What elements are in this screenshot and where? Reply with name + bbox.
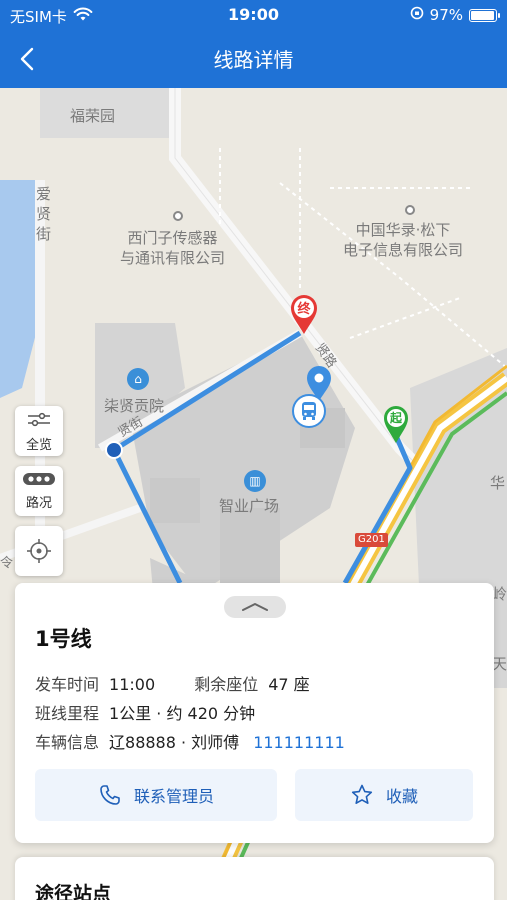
contact-admin-button[interactable]: 联系管理员 [35, 769, 277, 821]
phone-icon [100, 785, 120, 805]
end-marker-label: 终 [297, 302, 311, 317]
collapse-handle[interactable] [224, 596, 286, 618]
vehicle-label: 车辆信息 [35, 733, 100, 752]
battery-fill [471, 10, 495, 20]
map-label-furongyuan: 福荣园 [70, 107, 116, 125]
line-name: 1号线 [35, 627, 92, 651]
vehicle-row: 车辆信息 辽88888 · 刘师傅 111111111 [35, 729, 345, 753]
nav-bar: 线路详情 [0, 30, 507, 88]
favorite-label: 收藏 [385, 787, 418, 806]
highway-shield: G201 [355, 533, 388, 547]
overview-button[interactable]: 全览 [15, 406, 63, 456]
map-label-aixianjie: 爱 贤 街 [36, 185, 52, 243]
battery-percent: 97% [429, 6, 463, 24]
traffic-label: 路况 [25, 496, 52, 511]
locate-button[interactable] [15, 526, 63, 576]
bus-icon[interactable] [292, 394, 326, 428]
start-marker-label: 起 [389, 411, 402, 425]
end-stop-marker[interactable]: 终 [289, 293, 319, 335]
museum-icon: ⌂ [127, 368, 149, 390]
battery-icon [469, 8, 500, 22]
chevron-left-icon [20, 47, 34, 71]
start-stop-marker[interactable]: 起 [382, 404, 410, 444]
distance-label: 班线里程 [35, 704, 100, 723]
map-label-qixiangongyuan: 柒贤贡院 [104, 397, 165, 415]
map-label-zhiyeguangchang: 智业广场 [219, 497, 280, 515]
distance-row: 班线里程 1公里 · 约 420 分钟 [35, 700, 255, 724]
departure-label: 发车时间 [35, 675, 100, 694]
star-icon [351, 784, 373, 804]
seats-value: 47 座 [268, 675, 310, 694]
map-label-tian: 天 [492, 655, 507, 673]
contact-admin-label: 联系管理员 [133, 787, 214, 806]
overview-label: 全览 [25, 438, 52, 453]
favorite-button[interactable]: 收藏 [295, 769, 473, 821]
stops-card: 途径站点 [15, 857, 494, 900]
building-icon: ▥ [244, 470, 266, 492]
vehicle-value: 辽88888 · 刘师傅 [109, 733, 240, 752]
map-label-hua: 华 [490, 474, 506, 492]
app-header: 无SIM卡 19:00 97% 线路详情 [0, 0, 507, 88]
chevron-up-icon [242, 603, 268, 611]
route-info-card: 1号线 发车时间 11:00 剩余座位 47 座 班线里程 1公里 · 约 420 分… [15, 583, 494, 843]
status-bar: 无SIM卡 19:00 97% [0, 0, 507, 30]
driver-phone-link[interactable]: 111111111 [253, 733, 345, 752]
departure-row: 发车时间 11:00 剩余座位 47 座 [35, 671, 310, 695]
poi-dot-panasonic [405, 205, 415, 215]
traffic-icon [23, 473, 55, 485]
departure-time: 11:00 [109, 675, 156, 694]
overview-icon [28, 412, 50, 427]
seats-label: 剩余座位 [194, 675, 259, 694]
back-button[interactable] [10, 42, 46, 78]
traffic-button[interactable]: 路况 [15, 466, 63, 516]
map-label-ling: 岭 [492, 585, 507, 603]
map-label-ximenzi: 西门子传感器 与通讯有限公司 [120, 229, 226, 267]
page-title: 线路详情 [213, 48, 294, 72]
poi-dot-ximenzi [173, 211, 183, 221]
locate-icon [27, 539, 51, 563]
map-label-lingshu: 令 [0, 556, 14, 571]
distance-value: 1公里 · 约 420 分钟 [109, 704, 256, 723]
rotation-lock-icon [410, 6, 424, 24]
stops-title: 途径站点 [35, 883, 112, 900]
map-label-panasonic: 中国华录·松下 电子信息有限公司 [343, 221, 464, 259]
